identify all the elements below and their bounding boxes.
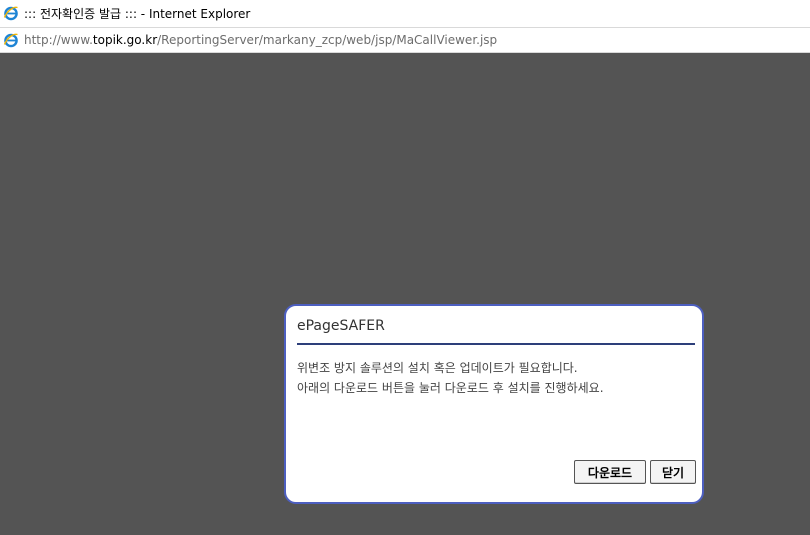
url-host: topik.go.kr bbox=[92, 33, 158, 47]
dialog-title-divider bbox=[297, 343, 695, 345]
epagesafer-dialog: ePageSAFER 위변조 방지 솔루션의 설치 혹은 업데이트가 필요합니다… bbox=[284, 304, 704, 504]
download-button[interactable]: 다운로드 bbox=[574, 460, 646, 484]
address-url[interactable]: http://www.topik.go.kr/ReportingServer/m… bbox=[24, 33, 497, 47]
window-titlebar: ::: 전자확인증 발급 ::: - Internet Explorer bbox=[0, 0, 810, 26]
ie-icon bbox=[3, 5, 19, 21]
dialog-message: 위변조 방지 솔루션의 설치 혹은 업데이트가 필요합니다. 아래의 다운로드 … bbox=[297, 358, 697, 398]
page-ie-icon bbox=[3, 32, 19, 48]
dialog-message-line1: 위변조 방지 솔루션의 설치 혹은 업데이트가 필요합니다. bbox=[297, 361, 578, 375]
url-prefix: http://www. bbox=[24, 33, 93, 47]
close-button[interactable]: 닫기 bbox=[650, 460, 696, 484]
url-path: /ReportingServer/markany_zcp/web/jsp/MaC… bbox=[157, 33, 498, 47]
window-title: ::: 전자확인증 발급 ::: - Internet Explorer bbox=[24, 6, 251, 21]
dialog-message-line2: 아래의 다운로드 버튼을 눌러 다운로드 후 설치를 진행하세요. bbox=[297, 381, 604, 395]
dialog-title: ePageSAFER bbox=[297, 318, 385, 334]
address-bar[interactable]: http://www.topik.go.kr/ReportingServer/m… bbox=[0, 27, 810, 53]
